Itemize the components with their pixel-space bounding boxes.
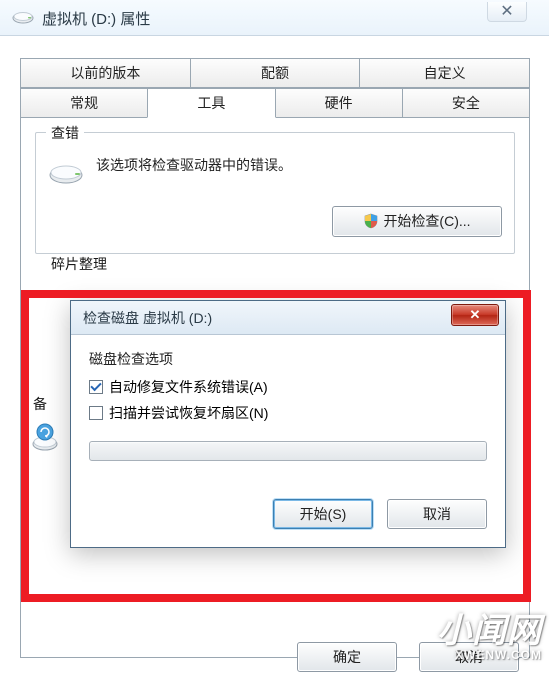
- defrag-legend: 碎片整理: [47, 254, 111, 274]
- checkbox-scan-recover[interactable]: [89, 406, 103, 420]
- disk-check-options-label: 磁盘检查选项: [89, 349, 487, 369]
- tab-quota[interactable]: 配额: [190, 58, 361, 88]
- checkbox-auto-fix[interactable]: [89, 380, 103, 394]
- error-check-legend: 查错: [46, 123, 84, 143]
- child-title: 检查磁盘 虚拟机 (D:): [83, 308, 212, 328]
- parent-titlebar: 虚拟机 (D:) 属性 ✕: [0, 0, 549, 36]
- backup-legend: 备: [33, 394, 47, 414]
- progress-bar: [89, 441, 487, 461]
- ok-button[interactable]: 确定: [297, 642, 397, 672]
- close-icon[interactable]: ✕: [487, 2, 527, 22]
- drive-icon: [48, 161, 84, 190]
- cancel-button[interactable]: 取消: [387, 499, 487, 529]
- window-title: 虚拟机 (D:) 属性: [42, 8, 150, 29]
- option-auto-fix-label: 自动修复文件系统错误(A): [109, 377, 268, 397]
- tab-hardware[interactable]: 硬件: [275, 88, 403, 118]
- tab-general[interactable]: 常规: [20, 88, 148, 118]
- shield-icon: [363, 213, 379, 232]
- option-auto-fix-row[interactable]: 自动修复文件系统错误(A): [89, 377, 487, 397]
- drive-icon: [12, 10, 34, 29]
- tab-previous-versions[interactable]: 以前的版本: [20, 58, 191, 88]
- start-check-button[interactable]: 开始检查(C)...: [332, 206, 502, 237]
- tab-security[interactable]: 安全: [402, 88, 530, 118]
- error-check-desc: 该选项将检查驱动器中的错误。: [96, 155, 292, 175]
- parent-button-row: 确定 取消: [0, 642, 549, 672]
- error-check-group: 查错 该选项将检查驱动器中的错误。: [35, 132, 515, 254]
- option-scan-recover-label: 扫描并尝试恢复坏扇区(N): [109, 403, 268, 423]
- start-button[interactable]: 开始(S): [273, 499, 373, 529]
- tabs-row-1: 以前的版本 配额 自定义: [20, 58, 530, 88]
- tab-tools[interactable]: 工具: [147, 88, 275, 118]
- cancel-button[interactable]: 取消: [419, 642, 519, 672]
- start-check-label: 开始检查(C)...: [383, 213, 470, 229]
- tabs-row-2: 常规 工具 硬件 安全: [20, 88, 530, 118]
- backup-drive-icon: [31, 422, 59, 455]
- child-titlebar: 检查磁盘 虚拟机 (D:) ✕: [71, 301, 505, 335]
- option-scan-recover-row[interactable]: 扫描并尝试恢复坏扇区(N): [89, 403, 487, 423]
- check-disk-dialog: 检查磁盘 虚拟机 (D:) ✕ 磁盘检查选项 自动修复文件系统错误(A) 扫描并…: [70, 300, 506, 548]
- close-icon[interactable]: ✕: [451, 304, 499, 326]
- tab-customize[interactable]: 自定义: [359, 58, 530, 88]
